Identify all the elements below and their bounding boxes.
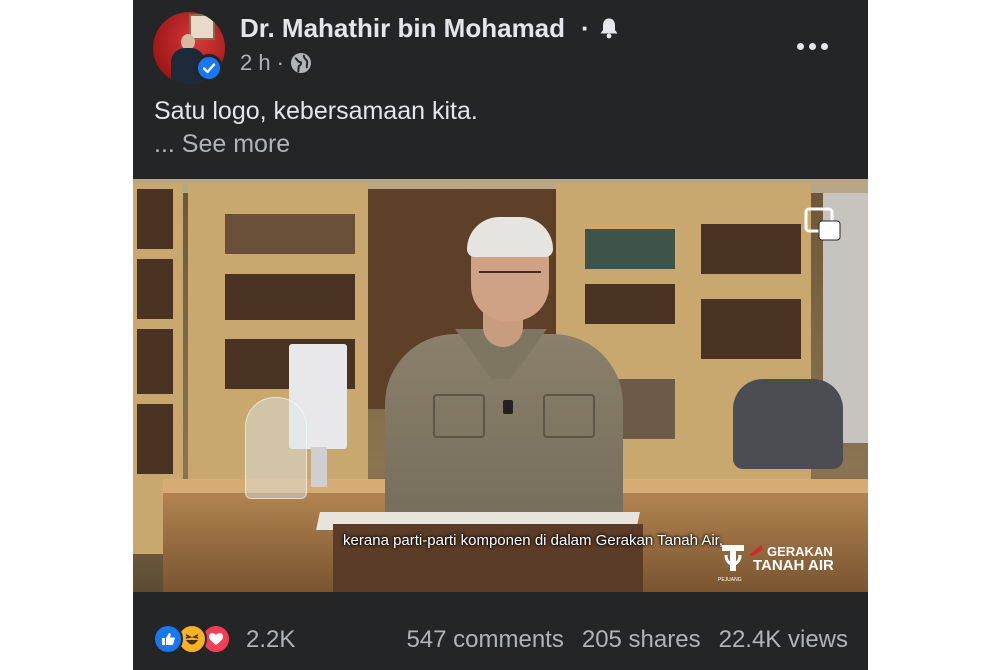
comments-count[interactable]: 547 comments	[406, 626, 563, 654]
more-options-icon[interactable]	[797, 36, 831, 56]
facebook-post: Dr. Mahathir bin Mohamad · 2 h · Satu lo…	[133, 0, 868, 670]
logo-line-2: TANAH AIR	[753, 557, 834, 574]
books	[137, 259, 173, 319]
books	[137, 189, 173, 249]
office-chair	[733, 379, 843, 469]
shirt-pocket	[543, 394, 595, 438]
shirt-pocket	[433, 394, 485, 438]
author-name[interactable]: Dr. Mahathir bin Mohamad	[240, 13, 565, 44]
views-count: 22.4K views	[718, 626, 848, 653]
post-time[interactable]: 2 h	[240, 50, 271, 76]
lapel-mic	[503, 400, 513, 414]
books	[585, 284, 675, 324]
verified-badge-icon	[195, 54, 223, 82]
glass-dome	[245, 397, 307, 499]
books	[137, 329, 173, 394]
bell-icon[interactable]	[599, 17, 621, 41]
shares-count[interactable]: 205 shares	[582, 626, 701, 654]
see-more-link[interactable]: ... See more	[154, 130, 290, 159]
reactions-summary[interactable]	[153, 624, 243, 656]
picture-in-picture-icon[interactable]	[804, 207, 842, 243]
globe-icon	[290, 53, 311, 73]
books	[225, 274, 355, 320]
monitor-stand	[311, 447, 327, 487]
post-caption: Satu logo, kebersamaan kita.	[154, 97, 478, 125]
video-subtitle: kerana parti-parti komponen di dalam Ger…	[343, 532, 723, 549]
video-player[interactable]: kerana parti-parti komponen di dalam Ger…	[133, 179, 868, 592]
pejuang-logo-text: PEJUANG	[718, 577, 742, 583]
books	[137, 404, 173, 474]
meta-separator: ·	[276, 50, 284, 75]
gerakan-tanah-air-logo: GERAKAN TANAH AIR	[753, 545, 834, 574]
post-meta: 2 h ·	[240, 50, 312, 76]
post-stats: 547 comments 205 shares 22.4K views	[406, 626, 848, 654]
glasses	[479, 271, 541, 285]
books	[585, 229, 675, 269]
name-separator: ·	[581, 13, 590, 43]
books	[225, 214, 355, 254]
books	[701, 224, 801, 274]
pejuang-logo-icon	[722, 545, 744, 571]
reaction-count[interactable]: 2.2K	[246, 626, 295, 654]
man-hair	[467, 217, 553, 257]
like-icon	[153, 624, 183, 654]
books	[701, 299, 801, 359]
